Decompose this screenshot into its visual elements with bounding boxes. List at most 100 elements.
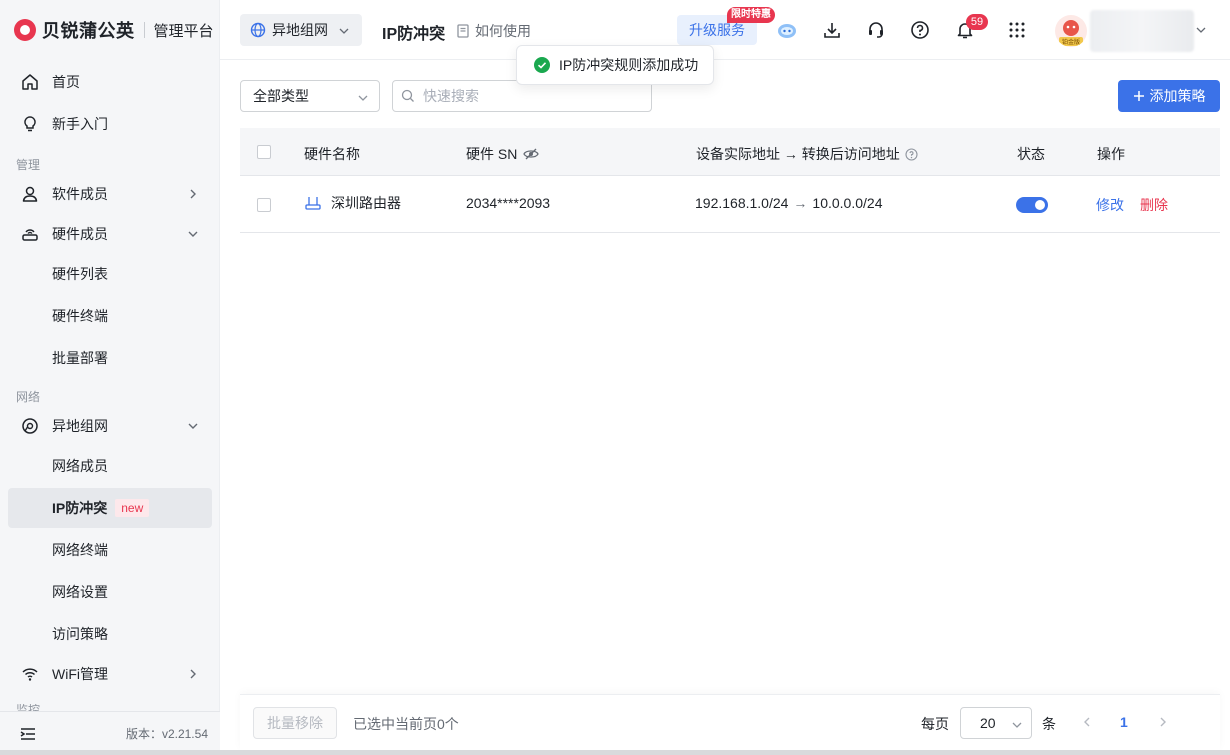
window-bottom-edge — [0, 750, 1230, 755]
document-icon — [456, 24, 470, 38]
chevron-down-icon — [1011, 719, 1023, 731]
how-to-link[interactable]: 如何使用 — [456, 21, 531, 41]
sidebar-item-label: IP防冲突 — [52, 500, 108, 516]
platform-name: 管理平台 — [153, 22, 214, 40]
sidebar-item-batch-deploy[interactable]: 批量部署 — [8, 338, 212, 378]
promo-badge: 限时特惠 — [727, 7, 775, 23]
sidebar-item-label: 网络终端 — [52, 542, 108, 558]
sidebar-item-ip-conflict[interactable]: IP防冲突 new — [8, 488, 212, 528]
selection-info: 已选中当前页0个 — [353, 716, 459, 732]
avatar[interactable]: 铂金版 — [1055, 15, 1087, 47]
column-header-status: 状态 — [1017, 146, 1045, 162]
sidebar-item-hardware-terminals[interactable]: 硬件终端 — [8, 296, 212, 336]
sidebar-item-software-members[interactable]: 软件成员 — [8, 174, 212, 214]
sidebar-group-network: 网络 — [16, 390, 41, 404]
add-policy-button[interactable]: 添加策略 — [1118, 80, 1220, 112]
prev-page-icon[interactable] — [1080, 715, 1094, 729]
toast-message: IP防冲突规则添加成功 — [559, 57, 699, 73]
row-checkbox[interactable] — [257, 198, 271, 212]
sidebar-item-label: 网络成员 — [52, 458, 108, 474]
edit-link[interactable]: 修改 — [1096, 195, 1124, 215]
current-page[interactable]: 1 — [1120, 714, 1128, 730]
help-icon[interactable] — [909, 19, 931, 41]
column-header-sn: 硬件 SN — [466, 144, 540, 164]
mapped-address: 10.0.0.0/24 — [812, 195, 883, 211]
select-all-checkbox[interactable] — [257, 145, 271, 159]
sidebar-group-manage: 管理 — [16, 158, 41, 172]
column-header-address: 设备实际地址 → 转换后访问地址 — [696, 144, 918, 164]
plus-icon — [1133, 90, 1145, 102]
sidebar-item-label: 硬件列表 — [52, 266, 108, 282]
notification-count-badge: 59 — [966, 14, 988, 30]
table-row: 深圳路由器 2034****2093 192.168.1.0/24 → 10.0… — [240, 176, 1220, 233]
status-toggle[interactable] — [1016, 197, 1048, 213]
hardware-name: 深圳路由器 — [331, 195, 401, 211]
download-icon[interactable] — [821, 19, 843, 41]
chevron-down-icon — [186, 227, 200, 241]
sidebar-item-hardware-members[interactable]: 硬件成员 — [8, 214, 212, 254]
sidebar-item-network-settings[interactable]: 网络设置 — [8, 572, 212, 612]
info-icon[interactable] — [905, 147, 918, 161]
wifi-icon — [20, 664, 40, 684]
brand-logo[interactable]: 贝锐蒲公英 管理平台 — [14, 16, 214, 44]
sidebar-footer: 版本：v2.21.54 — [0, 711, 220, 755]
assistant-icon[interactable] — [776, 19, 798, 41]
table-footer: 批量移除 已选中当前页0个 每页 20 条 1 — [240, 694, 1220, 750]
type-filter-select[interactable]: 全部类型 — [240, 80, 380, 112]
sidebar-item-getting-started[interactable]: 新手入门 — [8, 104, 212, 144]
how-to-label: 如何使用 — [475, 23, 531, 39]
network-selector[interactable]: 异地组网 — [240, 14, 362, 46]
sidebar-item-home[interactable]: 首页 — [8, 62, 212, 102]
hardware-name-cell: 深圳路由器 — [304, 193, 401, 213]
network-icon — [20, 416, 40, 436]
sidebar-item-label: 首页 — [52, 74, 80, 90]
sidebar-item-label: 硬件成员 — [52, 226, 108, 242]
top-bar: 异地组网 IP防冲突 如何使用 升级服务 限时特惠 59 铂金版 — [220, 0, 1230, 60]
page-title: IP防冲突 — [382, 26, 446, 43]
chevron-down-icon — [186, 419, 200, 433]
eye-off-icon[interactable] — [523, 147, 540, 161]
headset-icon[interactable] — [865, 19, 887, 41]
globe-icon — [250, 22, 266, 38]
sidebar-item-hardware-list[interactable]: 硬件列表 — [8, 254, 212, 294]
chevron-down-icon[interactable] — [1195, 24, 1207, 36]
per-page-label: 每页 — [921, 716, 949, 732]
brand-divider — [143, 22, 145, 38]
page-size-select[interactable]: 20 — [960, 707, 1032, 739]
column-header-name: 硬件名称 — [304, 146, 360, 162]
real-address: 192.168.1.0/24 — [695, 195, 789, 211]
column-header-address-label: 设备实际地址 → 转换后访问地址 — [696, 146, 900, 162]
sidebar-item-label: 访问策略 — [52, 626, 108, 642]
sidebar-item-label: 异地组网 — [52, 418, 108, 434]
next-page-icon[interactable] — [1156, 715, 1170, 729]
sidebar-item-label: 新手入门 — [52, 116, 108, 132]
sidebar-item-label: 软件成员 — [52, 186, 108, 202]
ip-conflict-table: 硬件名称 硬件 SN 设备实际地址 → 转换后访问地址 状态 操作 深圳路由器 … — [240, 128, 1220, 233]
version-text: 版本：v2.21.54 — [125, 727, 208, 741]
user-icon — [20, 184, 40, 204]
column-header-sn-label: 硬件 SN — [466, 146, 518, 162]
new-badge: new — [115, 499, 150, 517]
network-selector-value: 异地组网 — [272, 22, 328, 38]
sidebar-item-label: 网络设置 — [52, 584, 108, 600]
delete-link[interactable]: 删除 — [1140, 195, 1168, 215]
apps-grid-icon[interactable] — [1006, 19, 1028, 41]
sidebar-item-label: 批量部署 — [52, 350, 108, 366]
sidebar-item-remote-network[interactable]: 异地组网 — [8, 406, 212, 446]
brand-logo-icon — [14, 19, 36, 41]
collapse-sidebar-icon[interactable] — [20, 726, 36, 742]
router-icon — [20, 224, 40, 244]
sidebar-item-network-members[interactable]: 网络成员 — [8, 446, 212, 486]
page-size-value: 20 — [980, 715, 996, 731]
bulk-remove-button[interactable]: 批量移除 — [253, 707, 337, 739]
sidebar-item-label: 硬件终端 — [52, 308, 108, 324]
search-input[interactable] — [423, 88, 633, 104]
sidebar-item-wifi[interactable]: WiFi管理 — [8, 654, 212, 694]
chevron-right-icon — [186, 187, 200, 201]
sidebar-item-access-policy[interactable]: 访问策略 — [8, 614, 212, 654]
hardware-sn: 2034****2093 — [466, 195, 551, 211]
add-policy-label: 添加策略 — [1149, 88, 1206, 104]
home-icon — [20, 72, 40, 92]
sidebar-item-network-terminals[interactable]: 网络终端 — [8, 530, 212, 570]
sidebar: 贝锐蒲公英 管理平台 首页 新手入门 管理 软件成员 硬件成员 硬件列表 硬件终… — [0, 0, 220, 755]
